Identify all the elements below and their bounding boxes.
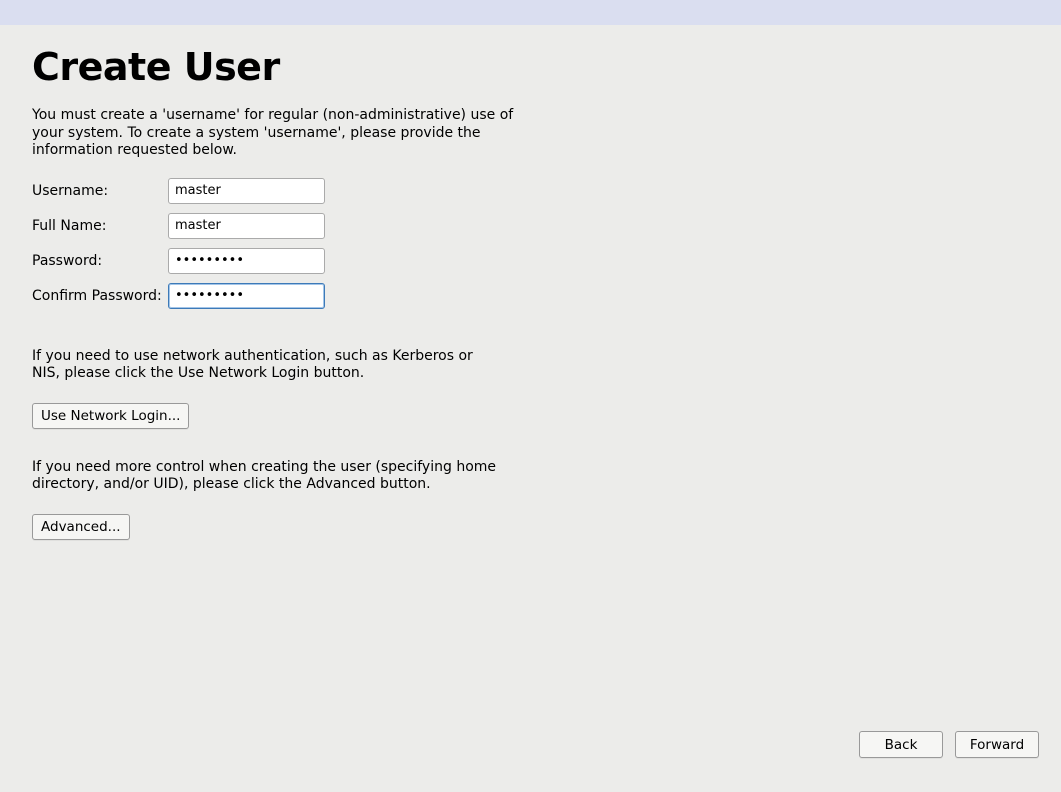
forward-button[interactable]: Forward — [955, 731, 1039, 758]
network-login-text: If you need to use network authenticatio… — [32, 348, 502, 383]
row-password: Password: — [32, 248, 540, 274]
back-button[interactable]: Back — [859, 731, 943, 758]
label-username: Username: — [32, 183, 168, 199]
main-content: Create User You must create a 'username'… — [0, 25, 540, 540]
row-confirm-password: Confirm Password: — [32, 283, 540, 309]
label-password: Password: — [32, 253, 168, 269]
row-fullname: Full Name: — [32, 213, 540, 239]
fullname-input[interactable] — [168, 213, 325, 239]
use-network-login-button[interactable]: Use Network Login... — [32, 403, 189, 429]
password-input[interactable] — [168, 248, 325, 274]
intro-text: You must create a 'username' for regular… — [32, 107, 532, 160]
label-fullname: Full Name: — [32, 218, 168, 234]
label-confirm-password: Confirm Password: — [32, 288, 168, 304]
advanced-button[interactable]: Advanced... — [32, 514, 130, 540]
confirm-password-input[interactable] — [168, 283, 325, 309]
row-username: Username: — [32, 178, 540, 204]
page-title: Create User — [32, 45, 540, 89]
username-input[interactable] — [168, 178, 325, 204]
advanced-text: If you need more control when creating t… — [32, 459, 502, 494]
footer-buttons: Back Forward — [859, 731, 1039, 758]
top-header-bar — [0, 0, 1061, 25]
